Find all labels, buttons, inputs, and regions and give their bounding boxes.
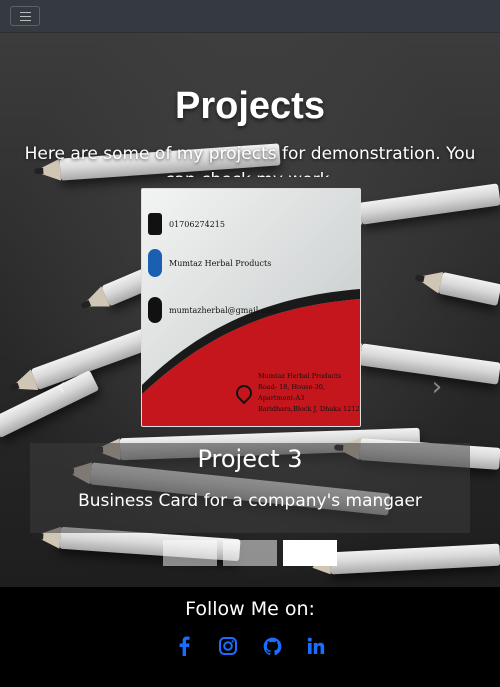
linkedin-link[interactable]: [306, 635, 326, 657]
facebook-icon: [179, 636, 190, 656]
card-address: Mumtaz Herbal Products Road- 18, House-3…: [258, 371, 360, 415]
facebook-icon: [148, 249, 162, 277]
carousel-indicator-3[interactable]: [283, 540, 337, 566]
carousel-next-button[interactable]: ›: [422, 372, 452, 402]
linkedin-icon: [307, 637, 325, 654]
card-facebook-row: Mumtaz Herbal Products: [148, 249, 271, 277]
card-address-line2: Baridhara,Block J, Dhaka 1212: [258, 405, 360, 413]
chevron-left-icon: ‹: [55, 372, 67, 402]
slide-caption: Business Card for a company's mangaer: [78, 491, 422, 511]
carousel-indicator-1[interactable]: [163, 540, 217, 566]
github-link[interactable]: [262, 635, 282, 657]
chevron-right-icon: ›: [431, 372, 443, 402]
navbar-toggle-button[interactable]: [10, 6, 40, 26]
card-facebook: Mumtaz Herbal Products: [169, 258, 272, 268]
carousel-slide-image: 01706274215 Mumtaz Herbal Products mumta…: [141, 188, 361, 427]
social-links: [0, 635, 500, 657]
instagram-icon: [219, 637, 237, 655]
mail-icon: [148, 297, 162, 323]
card-phone-row: 01706274215: [148, 213, 225, 235]
carousel-indicator-2[interactable]: [223, 540, 277, 566]
carousel-prev-button[interactable]: ‹: [46, 372, 76, 402]
instagram-link[interactable]: [218, 635, 238, 657]
carousel-indicators: [163, 540, 337, 566]
page-subtitle: Here are some of my projects for demonst…: [24, 144, 476, 177]
facebook-link[interactable]: [174, 635, 194, 657]
card-phone: 01706274215: [169, 219, 225, 229]
follow-label: Follow Me on:: [185, 598, 315, 620]
card-company: Mumtaz Herbal Products: [258, 372, 342, 380]
phone-icon: [148, 213, 162, 235]
background-pencil: [359, 183, 500, 225]
page-title: Projects: [175, 85, 325, 128]
card-address-line1: Road- 18, House-30, Apartment-A3: [258, 383, 325, 402]
background-pencil: [329, 543, 500, 575]
background-pencil: [438, 272, 500, 306]
card-email-row: mumtazherbal@gmail.com: [148, 297, 278, 323]
footer: Follow Me on:: [0, 587, 500, 687]
github-icon: [263, 637, 281, 655]
navbar: [0, 0, 500, 33]
slide-title: Project 3: [197, 445, 303, 473]
card-email: mumtazherbal@gmail.com: [169, 305, 278, 315]
